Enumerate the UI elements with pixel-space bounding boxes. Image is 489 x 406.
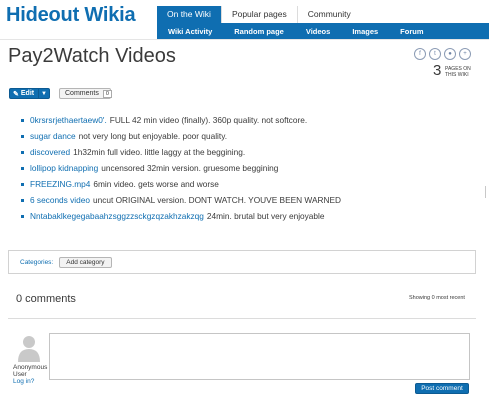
- nav-item-random-page[interactable]: Random page: [223, 23, 295, 39]
- social-share: f t ● +: [414, 48, 471, 60]
- list-item: lollipop kidnapping uncensored 32min vers…: [21, 160, 341, 176]
- nav-item-forum[interactable]: Forum: [389, 23, 434, 39]
- nav-item-images[interactable]: Images: [341, 23, 389, 39]
- sub-nav: Wiki Activity Random page Videos Images …: [157, 23, 489, 39]
- comments-sort-label: Showing 0 most recent: [409, 295, 465, 301]
- top-nav: On the Wiki Popular pages Community: [157, 6, 361, 23]
- bullet-icon: [21, 118, 24, 122]
- list-item: sugar dance not very long but enjoyable. …: [21, 128, 341, 144]
- bullet-icon: [21, 134, 24, 138]
- video-description: FULL 42 min video (finally). 360p qualit…: [109, 115, 308, 125]
- nav-item-videos[interactable]: Videos: [295, 23, 341, 39]
- tab-on-the-wiki[interactable]: On the Wiki: [157, 6, 221, 23]
- list-item: 0krsrsrjethaertaew0'. FULL 42 min video (…: [21, 112, 341, 128]
- tab-community[interactable]: Community: [296, 6, 361, 23]
- video-link[interactable]: 0krsrsrjethaertaew0'.: [30, 114, 107, 126]
- page-title: Pay2Watch Videos: [8, 45, 176, 67]
- bullet-icon: [21, 166, 24, 170]
- tab-popular-pages[interactable]: Popular pages: [220, 6, 297, 23]
- plus-icon[interactable]: +: [459, 48, 471, 60]
- comment-input[interactable]: [49, 333, 470, 380]
- list-item: discovered 1h32min full video. little lag…: [21, 144, 341, 160]
- facebook-icon[interactable]: f: [414, 48, 426, 60]
- bullet-icon: [21, 214, 24, 218]
- video-link[interactable]: FREEZING.mp4: [30, 178, 90, 190]
- list-item: FREEZING.mp4 6min video. gets worse and w…: [21, 176, 341, 192]
- video-link[interactable]: discovered: [30, 146, 70, 158]
- nav-divider: [0, 39, 489, 40]
- video-link[interactable]: sugar dance: [30, 130, 76, 142]
- video-link[interactable]: lollipop kidnapping: [30, 162, 98, 174]
- video-description: not very long but enjoyable. poor qualit…: [78, 131, 228, 141]
- comments-button[interactable]: Comments 0: [59, 88, 112, 99]
- comments-count-badge: 0: [102, 89, 112, 98]
- video-link[interactable]: 6 seconds video: [30, 194, 90, 206]
- video-list: 0krsrsrjethaertaew0'. FULL 42 min video (…: [21, 112, 341, 224]
- categories-label[interactable]: Categories:: [20, 259, 53, 266]
- comments-heading: 0 comments: [16, 293, 76, 305]
- comments-label: Comments: [65, 90, 99, 97]
- categories-box: Categories: Add category: [8, 250, 476, 274]
- reddit-icon[interactable]: ●: [444, 48, 456, 60]
- post-comment-button[interactable]: Post comment: [415, 383, 469, 394]
- video-description: 1h32min full video. little laggy at the …: [73, 147, 246, 157]
- avatar: [18, 336, 40, 362]
- video-description: 6min video. gets worse and worse: [93, 179, 219, 189]
- bullet-icon: [21, 182, 24, 186]
- scrollbar[interactable]: [485, 186, 486, 198]
- bullet-icon: [21, 150, 24, 154]
- bullet-icon: [21, 198, 24, 202]
- comments-divider: [8, 318, 476, 319]
- nav-item-wiki-activity[interactable]: Wiki Activity: [157, 23, 223, 39]
- pages-count: 3: [433, 62, 442, 79]
- login-link[interactable]: Log in?: [13, 378, 34, 385]
- add-category-button[interactable]: Add category: [59, 256, 112, 268]
- chevron-down-icon[interactable]: ▼: [38, 89, 49, 98]
- video-description: 24min. brutal but very enjoyable: [206, 211, 325, 221]
- edit-label[interactable]: ✎ Edit: [10, 89, 38, 98]
- video-link[interactable]: Nntabaklkegegabaahzsggzzsckgzqzakhzakzqg: [30, 210, 204, 222]
- pages-label: PAGES ON THIS WIKI: [445, 66, 471, 78]
- edit-text: Edit: [20, 90, 35, 97]
- list-item: Nntabaklkegegabaahzsggzzsckgzqzakhzakzqg…: [21, 208, 341, 224]
- user-name: Anonymous User: [13, 364, 48, 378]
- wiki-logo[interactable]: Hideout Wikia: [6, 4, 136, 27]
- twitter-icon[interactable]: t: [429, 48, 441, 60]
- list-item: 6 seconds video uncut ORIGINAL version. D…: [21, 192, 341, 208]
- video-description: uncensored 32min version. gruesome beggi…: [101, 163, 279, 173]
- edit-button[interactable]: ✎ Edit ▼: [9, 88, 50, 99]
- video-description: uncut ORIGINAL version. DONT WATCH. YOUV…: [92, 195, 342, 205]
- pencil-icon: ✎: [13, 90, 19, 98]
